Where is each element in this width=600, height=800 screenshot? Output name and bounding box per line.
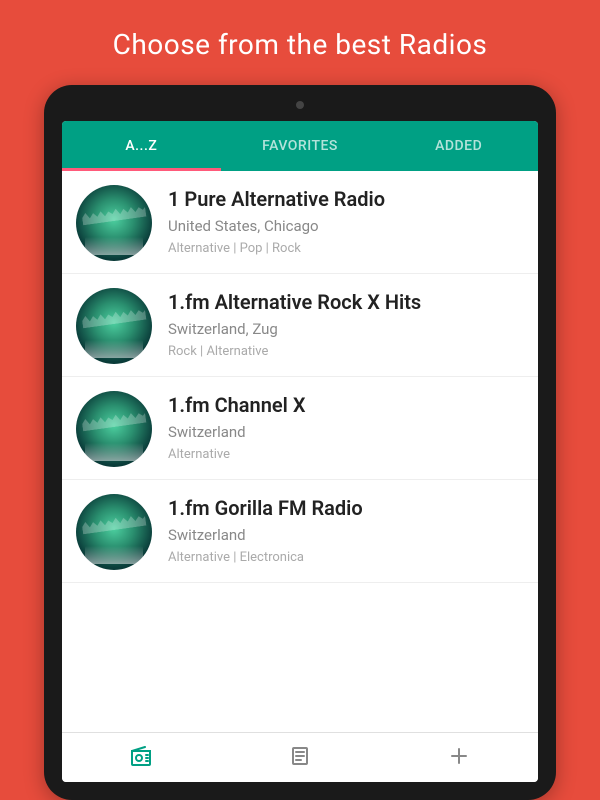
station-genres: Rock | Alternative: [168, 344, 421, 359]
list-item[interactable]: 1.fm Gorilla FM Radio Switzerland Altern…: [62, 480, 538, 583]
station-thumb: [76, 185, 152, 261]
nav-list[interactable]: [221, 733, 380, 782]
list-icon: [288, 744, 312, 772]
top-tabs: A...Z FAVORITES ADDED: [62, 121, 538, 171]
station-location: Switzerland, Zug: [168, 320, 421, 338]
station-meta: 1 Pure Alternative Radio United States, …: [168, 185, 385, 256]
station-location: Switzerland: [168, 526, 363, 544]
station-meta: 1.fm Channel X Switzerland Alternative: [168, 391, 305, 462]
station-thumb: [76, 494, 152, 570]
list-item[interactable]: 1.fm Alternative Rock X Hits Switzerland…: [62, 274, 538, 377]
station-genres: Alternative | Electronica: [168, 550, 363, 565]
station-meta: 1.fm Gorilla FM Radio Switzerland Altern…: [168, 494, 363, 565]
radio-icon: [129, 744, 153, 772]
station-title: 1.fm Alternative Rock X Hits: [168, 290, 421, 314]
station-location: Switzerland: [168, 423, 305, 441]
nav-add[interactable]: [379, 733, 538, 782]
station-title: 1.fm Channel X: [168, 393, 305, 417]
tablet-frame: A...Z FAVORITES ADDED 1 Pure Alternative…: [44, 85, 556, 800]
station-list[interactable]: 1 Pure Alternative Radio United States, …: [62, 171, 538, 732]
app-screen: A...Z FAVORITES ADDED 1 Pure Alternative…: [62, 121, 538, 782]
station-thumb: [76, 391, 152, 467]
tab-favorites[interactable]: FAVORITES: [221, 121, 380, 171]
station-location: United States, Chicago: [168, 217, 385, 235]
station-meta: 1.fm Alternative Rock X Hits Switzerland…: [168, 288, 421, 359]
station-thumb: [76, 288, 152, 364]
list-item[interactable]: 1 Pure Alternative Radio United States, …: [62, 171, 538, 274]
tab-added[interactable]: ADDED: [379, 121, 538, 171]
station-genres: Alternative | Pop | Rock: [168, 241, 385, 256]
plus-icon: [447, 744, 471, 772]
station-title: 1 Pure Alternative Radio: [168, 187, 385, 211]
promo-headline: Choose from the best Radios: [113, 28, 488, 61]
camera-dot: [296, 101, 304, 109]
station-title: 1.fm Gorilla FM Radio: [168, 496, 363, 520]
tab-az[interactable]: A...Z: [62, 121, 221, 171]
list-item[interactable]: 1.fm Channel X Switzerland Alternative: [62, 377, 538, 480]
nav-radio[interactable]: [62, 733, 221, 782]
bottom-nav: [62, 732, 538, 782]
station-genres: Alternative: [168, 447, 305, 462]
